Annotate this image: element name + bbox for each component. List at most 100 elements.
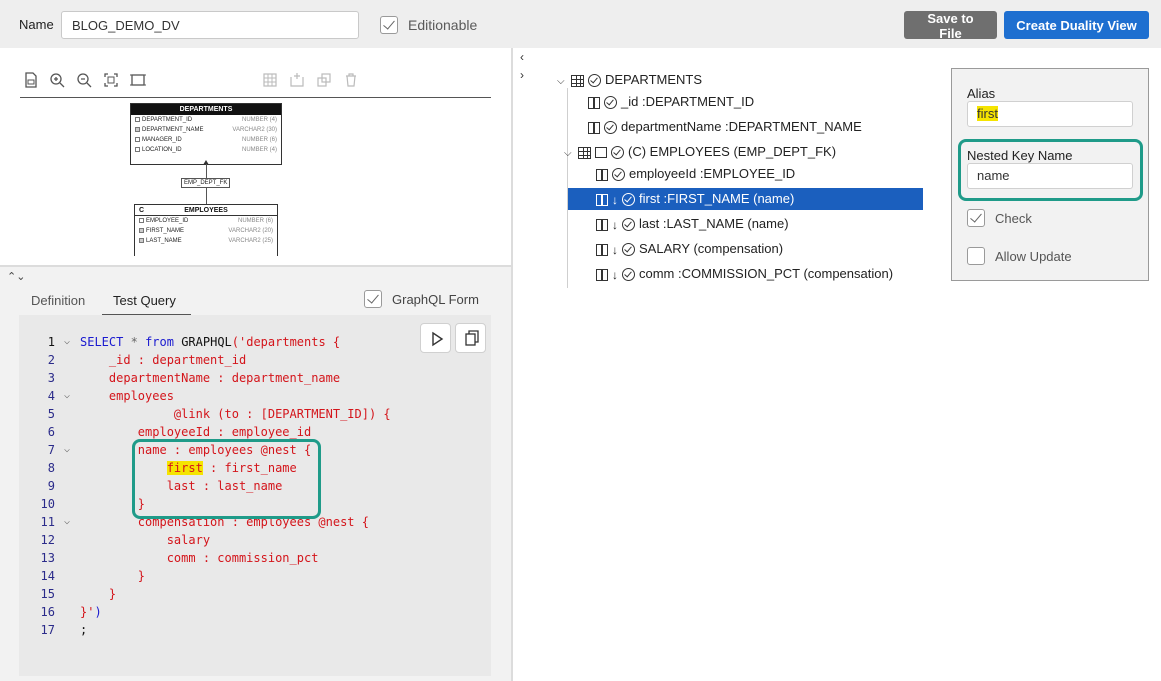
check-circle-icon[interactable] bbox=[588, 74, 601, 88]
add-column-icon bbox=[288, 72, 306, 90]
code-text: SELECT * from GRAPHQL('departments { bbox=[80, 335, 341, 349]
tab-test-query[interactable]: Test Query bbox=[113, 293, 176, 308]
fold-chevron-icon[interactable]: ⌵ bbox=[64, 333, 70, 351]
tree-item-selected[interactable]: ↓ first :FIRST_NAME (name) bbox=[568, 188, 923, 210]
line-number: 11 bbox=[40, 515, 55, 529]
column-icon bbox=[596, 193, 608, 206]
line-number: 15 bbox=[40, 587, 55, 601]
line-number: 5 bbox=[47, 407, 55, 421]
alias-input[interactable]: first bbox=[967, 101, 1133, 127]
column-icon bbox=[596, 268, 608, 281]
er-column-row: FIRST_NAME VARCHAR2 (20) bbox=[135, 226, 277, 236]
table-icon bbox=[261, 72, 279, 90]
check-circle-icon[interactable] bbox=[604, 96, 617, 110]
tree-item[interactable]: ↓ last :LAST_NAME (name) bbox=[596, 213, 789, 235]
tree-item-employees[interactable]: ⌵ (C) EMPLOYEES (EMP_DEPT_FK) bbox=[564, 141, 836, 163]
er-column-row: DEPARTMENT_ID NUMBER (4) bbox=[131, 115, 281, 125]
code-text: ; bbox=[80, 623, 88, 637]
save-to-file-button[interactable]: Save to File bbox=[904, 11, 997, 41]
check-circle-icon[interactable] bbox=[622, 268, 635, 282]
check-circle-icon[interactable] bbox=[612, 168, 625, 182]
er-departments-table[interactable]: DEPARTMENTS DEPARTMENT_ID NUMBER (4) DEPA… bbox=[130, 103, 282, 165]
top-toolbar: Name Editionable Save to File Create Dua… bbox=[0, 0, 1161, 48]
code-text: } bbox=[80, 569, 146, 583]
tree-item[interactable]: employeeId :EMPLOYEE_ID bbox=[596, 163, 795, 185]
line-number: 1 bbox=[47, 335, 55, 349]
trash-icon bbox=[342, 72, 360, 90]
run-query-button[interactable] bbox=[420, 323, 451, 353]
alias-label: Alias bbox=[967, 86, 996, 101]
line-number: 17 bbox=[40, 623, 55, 637]
fk-label[interactable]: EMP_DEPT_FK bbox=[181, 178, 231, 188]
actual-size-icon[interactable] bbox=[129, 72, 147, 90]
er-column-row: LAST_NAME VARCHAR2 (25) bbox=[135, 236, 277, 246]
code-text: employees bbox=[80, 389, 174, 403]
table-icon bbox=[578, 146, 591, 159]
arrow-down-icon: ↓ bbox=[612, 267, 618, 282]
collapse-left-icon[interactable]: ‹ bbox=[520, 50, 524, 64]
name-label: Name bbox=[19, 17, 54, 32]
code-text: salary bbox=[80, 533, 211, 547]
line-number: 3 bbox=[47, 371, 55, 385]
arrow-down-icon: ↓ bbox=[612, 242, 618, 257]
collapse-panel-icon[interactable]: ⌃⌄ bbox=[7, 270, 25, 283]
zoom-in-icon[interactable] bbox=[48, 72, 66, 90]
check-circle-icon[interactable] bbox=[604, 121, 617, 135]
tree-item[interactable]: _id :DEPARTMENT_ID bbox=[588, 91, 754, 113]
name-input[interactable] bbox=[61, 11, 359, 39]
copy-query-button[interactable] bbox=[455, 323, 486, 353]
graphql-form-label: GraphQL Form bbox=[392, 292, 479, 307]
check-checkbox[interactable] bbox=[967, 209, 985, 227]
chevron-down-icon[interactable]: ⌵ bbox=[557, 71, 571, 93]
column-icon bbox=[588, 121, 600, 134]
line-number: 14 bbox=[40, 569, 55, 583]
er-employees-title: C EMPLOYEES bbox=[135, 205, 277, 216]
tree-item[interactable]: ↓ comm :COMMISSION_PCT (compensation) bbox=[596, 263, 893, 285]
allow-update-checkbox[interactable] bbox=[967, 247, 985, 265]
code-text: comm : commission_pct bbox=[80, 551, 319, 565]
arrow-down-icon: ↓ bbox=[612, 217, 618, 232]
line-number: 13 bbox=[40, 551, 55, 565]
line-number: 10 bbox=[40, 497, 55, 511]
fold-chevron-icon[interactable]: ⌵ bbox=[64, 387, 70, 405]
editionable-label: Editionable bbox=[408, 17, 478, 33]
line-number: 7 bbox=[47, 443, 55, 457]
line-number: 6 bbox=[47, 425, 55, 439]
line-number: 9 bbox=[47, 479, 55, 493]
check-circle-icon[interactable] bbox=[622, 218, 635, 232]
create-duality-view-button[interactable]: Create Duality View bbox=[1004, 11, 1149, 39]
column-icon bbox=[588, 96, 600, 109]
expand-right-icon[interactable]: › bbox=[520, 68, 524, 82]
arrow-down-icon: ↓ bbox=[612, 192, 618, 207]
line-number: 4 bbox=[47, 389, 55, 403]
tree-root-departments[interactable]: ⌵ DEPARTMENTS bbox=[557, 69, 702, 91]
fit-to-screen-icon[interactable] bbox=[102, 72, 120, 90]
check-circle-icon[interactable] bbox=[622, 243, 635, 257]
nest-highlight-box bbox=[132, 439, 321, 519]
fold-chevron-icon[interactable]: ⌵ bbox=[64, 441, 70, 459]
sql-editor[interactable]: 1 ⌵ SELECT * from GRAPHQL('departments {2 … bbox=[19, 315, 491, 676]
column-icon bbox=[596, 243, 608, 256]
line-number: 16 bbox=[40, 605, 55, 619]
chevron-down-icon[interactable]: ⌵ bbox=[564, 143, 578, 165]
editionable-checkbox[interactable] bbox=[380, 16, 398, 34]
tree-item[interactable]: departmentName :DEPARTMENT_NAME bbox=[588, 116, 862, 138]
er-column-row: LOCATION_ID NUMBER (4) bbox=[131, 145, 281, 155]
zoom-out-icon[interactable] bbox=[75, 72, 93, 90]
tree-item[interactable]: ↓ SALARY (compensation) bbox=[596, 238, 783, 260]
line-number: 2 bbox=[47, 353, 55, 367]
column-icon bbox=[596, 168, 608, 181]
column-icon bbox=[596, 218, 608, 231]
check-circle-icon[interactable] bbox=[622, 193, 635, 207]
export-image-icon[interactable] bbox=[22, 72, 40, 90]
tab-definition[interactable]: Definition bbox=[31, 293, 85, 308]
er-employees-table[interactable]: C EMPLOYEES EMPLOYEE_ID NUMBER (6) FIRST_N… bbox=[134, 204, 278, 256]
copy-table-icon bbox=[315, 72, 333, 90]
check-circle-icon[interactable] bbox=[611, 146, 624, 160]
graphql-form-checkbox[interactable] bbox=[364, 290, 382, 308]
query-panel: ⌃⌄ Definition Test Query GraphQL Form 1 ⌵… bbox=[0, 267, 511, 681]
diagram-toolbar bbox=[20, 72, 491, 98]
fold-chevron-icon[interactable]: ⌵ bbox=[64, 513, 70, 531]
code-text: @link (to : [DEPARTMENT_ID]) { bbox=[80, 407, 391, 421]
er-column-row: DEPARTMENT_NAME VARCHAR2 (30) bbox=[131, 125, 281, 135]
